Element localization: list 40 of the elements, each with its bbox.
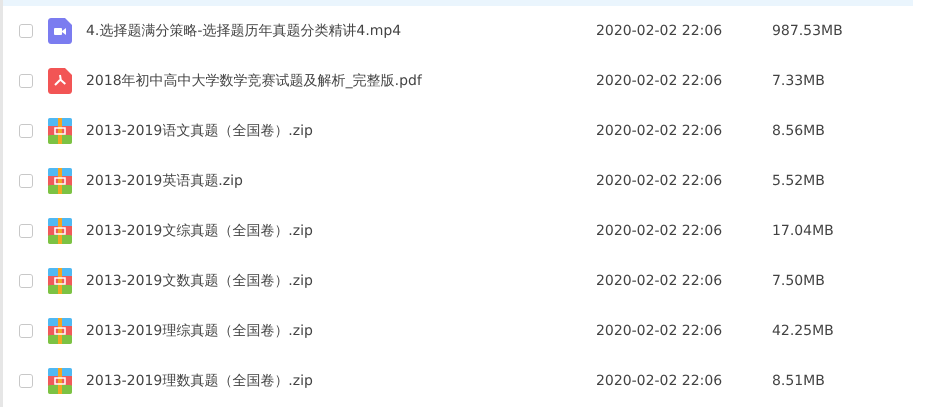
file-name[interactable]: 2013-2019语文真题（全国卷）.zip: [86, 122, 596, 140]
file-size: 8.51MB: [772, 373, 825, 389]
checkbox[interactable]: [19, 174, 33, 188]
checkbox[interactable]: [19, 74, 33, 88]
modified-date: 2020-02-02 22:06: [596, 323, 724, 339]
file-name[interactable]: 2013-2019理综真题（全国卷）.zip: [86, 322, 596, 340]
video-file-icon: [48, 18, 72, 44]
checkbox[interactable]: [19, 274, 33, 288]
modified-date: 2020-02-02 22:06: [596, 273, 724, 289]
file-name[interactable]: 2013-2019文综真题（全国卷）.zip: [86, 222, 596, 240]
file-name[interactable]: 4.选择题满分策略-选择题历年真题分类精讲4.mp4: [86, 22, 596, 40]
checkbox[interactable]: [19, 374, 33, 388]
file-size: 17.04MB: [772, 223, 834, 239]
file-size: 7.33MB: [772, 73, 825, 89]
file-name[interactable]: 2013-2019文数真题（全国卷）.zip: [86, 272, 596, 290]
archive-file-icon: [48, 168, 72, 194]
archive-file-icon: [48, 368, 72, 394]
file-name[interactable]: 2013-2019理数真题（全国卷）.zip: [86, 372, 596, 390]
file-size: 7.50MB: [772, 273, 825, 289]
modified-date: 2020-02-02 22:06: [596, 373, 724, 389]
modified-date: 2020-02-02 22:06: [596, 73, 724, 89]
modified-date: 2020-02-02 22:06: [596, 123, 724, 139]
file-size: 5.52MB: [772, 173, 825, 189]
file-size: 987.53MB: [772, 23, 843, 39]
file-name[interactable]: 2013-2019英语真题.zip: [86, 172, 596, 190]
checkbox[interactable]: [19, 224, 33, 238]
archive-file-icon: [48, 118, 72, 144]
file-size: 42.25MB: [772, 323, 834, 339]
checkbox[interactable]: [19, 324, 33, 338]
modified-date: 2020-02-02 22:06: [596, 23, 724, 39]
archive-file-icon: [48, 268, 72, 294]
checkbox[interactable]: [19, 24, 33, 38]
file-size: 8.56MB: [772, 123, 825, 139]
pdf-file-icon: [48, 68, 72, 94]
file-name[interactable]: 2018年初中高中大学数学竞赛试题及解析_完整版.pdf: [86, 72, 596, 90]
archive-file-icon: [48, 318, 72, 344]
checkbox[interactable]: [19, 124, 33, 138]
modified-date: 2020-02-02 22:06: [596, 173, 724, 189]
modified-date: 2020-02-02 22:06: [596, 223, 724, 239]
archive-file-icon: [48, 218, 72, 244]
